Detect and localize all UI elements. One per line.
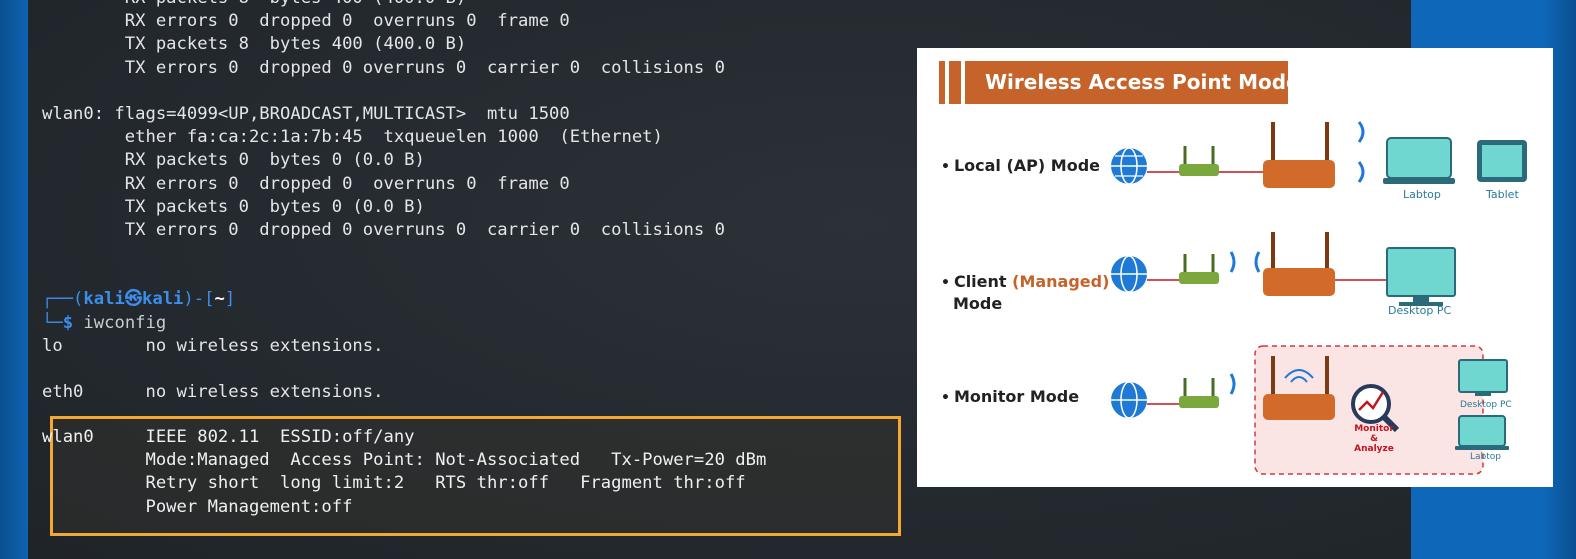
terminal-line: eth0 no wireless extensions. bbox=[42, 382, 384, 403]
mode-label-accent: (Managed) bbox=[1012, 272, 1110, 291]
monitor-analyze-label: Monitor & Analyze bbox=[1352, 424, 1396, 454]
highlight-line: Power Management:off bbox=[42, 496, 353, 517]
device-label: Desktop PC bbox=[1388, 304, 1452, 317]
monitor-mode-diagram bbox=[1111, 345, 1509, 475]
access-point-icon bbox=[1179, 146, 1219, 176]
access-point-icon bbox=[1179, 254, 1219, 284]
terminal-line: TX errors 0 dropped 0 overruns 0 carrier… bbox=[42, 219, 725, 240]
globe-icon bbox=[1111, 255, 1147, 293]
tablet-icon bbox=[1477, 140, 1527, 182]
prompt-close: ] bbox=[224, 289, 236, 310]
mode-label-monitor: • Monitor Mode bbox=[941, 387, 1079, 406]
prompt-at: ㉿ bbox=[124, 289, 143, 310]
title-stripe bbox=[945, 61, 949, 104]
device-label: Labtop bbox=[1470, 452, 1501, 462]
laptop-icon bbox=[1455, 415, 1509, 450]
highlight-line: Retry short long limit:2 RTS thr:off Fra… bbox=[42, 473, 746, 494]
bullet: • bbox=[941, 390, 950, 406]
prompt-path: ~ bbox=[214, 289, 225, 310]
terminal-line: TX packets 0 bytes 0 (0.0 B) bbox=[42, 196, 425, 217]
prompt-open: ┌──( bbox=[42, 289, 84, 310]
terminal-line: RX errors 0 dropped 0 overruns 0 frame 0 bbox=[42, 173, 570, 194]
prompt-host: kali bbox=[142, 289, 184, 310]
highlight-line: Mode:Managed Access Point: Not-Associate… bbox=[42, 450, 767, 471]
device-label: Labtop bbox=[1403, 188, 1441, 201]
terminal-line: RX packets 8 bytes 400 (400.0 B) bbox=[42, 0, 725, 10]
terminal-line: wlan0: flags=4099<UP,BROADCAST,MULTICAST… bbox=[42, 103, 570, 124]
mode-label-text: Local (AP) Mode bbox=[953, 156, 1100, 175]
router-icon bbox=[1263, 232, 1335, 296]
analyze-word: Analyze bbox=[1354, 444, 1394, 454]
wifi-signal-icon bbox=[1357, 121, 1365, 183]
client-mode-diagram bbox=[1111, 232, 1456, 306]
title-stripe bbox=[961, 61, 965, 104]
wifi-signal-icon bbox=[1229, 373, 1236, 395]
terminal-output: RX packets 8 bytes 400 (400.0 B) RX erro… bbox=[42, 0, 725, 428]
terminal-line: TX packets 8 bytes 400 (400.0 B) bbox=[42, 34, 467, 55]
prompt-user: kali bbox=[83, 289, 125, 310]
access-point-icon bbox=[1179, 378, 1219, 408]
mode-label-text: Monitor Mode bbox=[953, 387, 1080, 406]
wifi-signal-icon bbox=[1229, 251, 1261, 273]
highlighted-output: wlan0 IEEE 802.11 ESSID:off/any Mode:Man… bbox=[42, 426, 766, 519]
router-icon bbox=[1263, 122, 1335, 188]
device-label: Tablet bbox=[1486, 188, 1519, 201]
local-ap-diagram bbox=[1111, 121, 1527, 188]
laptop-icon bbox=[1383, 137, 1455, 184]
monitor-word: Monitor bbox=[1354, 424, 1394, 434]
globe-icon bbox=[1111, 147, 1147, 185]
prompt-line-2: └─$ iwconfig bbox=[42, 312, 725, 335]
slide-panel: Wireless Access Point Modes • Local (AP) … bbox=[917, 48, 1553, 487]
prompt-mid: )-[ bbox=[183, 289, 215, 310]
slide-title: Wireless Access Point Modes bbox=[985, 70, 1312, 94]
slide-title-bar: Wireless Access Point Modes bbox=[939, 61, 1312, 104]
desktop-pc-icon bbox=[1458, 359, 1508, 396]
terminal-line: lo no wireless extensions. bbox=[42, 335, 384, 356]
mode-label-local: • Local (AP) Mode bbox=[941, 156, 1100, 175]
globe-icon bbox=[1111, 381, 1147, 419]
highlight-line: wlan0 IEEE 802.11 ESSID:off/any bbox=[42, 427, 415, 447]
terminal-line: RX errors 0 dropped 0 overruns 0 frame 0 bbox=[42, 11, 570, 32]
desktop-pc-icon bbox=[1386, 247, 1456, 306]
terminal-line: RX packets 0 bytes 0 (0.0 B) bbox=[42, 150, 425, 171]
prompt-corner: └─ bbox=[42, 312, 63, 333]
ampersand: & bbox=[1370, 434, 1378, 444]
prompt-line-1: ┌──(kali㉿kali)-[~] bbox=[42, 288, 725, 311]
command-text: iwconfig bbox=[83, 312, 167, 333]
mode-label-client: • Client (Managed) bbox=[941, 272, 1109, 291]
prompt-dollar: $ bbox=[62, 312, 74, 333]
device-label: Desktop PC bbox=[1460, 400, 1512, 410]
mode-label-client-line2: Mode bbox=[953, 294, 1003, 313]
terminal-line: TX errors 0 dropped 0 overruns 0 carrier… bbox=[42, 57, 725, 78]
bullet: • bbox=[941, 275, 950, 291]
mode-label-text: Client bbox=[953, 272, 1013, 291]
terminal-line: ether fa:ca:2c:1a:7b:45 txqueuelen 1000 … bbox=[42, 127, 663, 148]
bullet: • bbox=[941, 159, 950, 175]
